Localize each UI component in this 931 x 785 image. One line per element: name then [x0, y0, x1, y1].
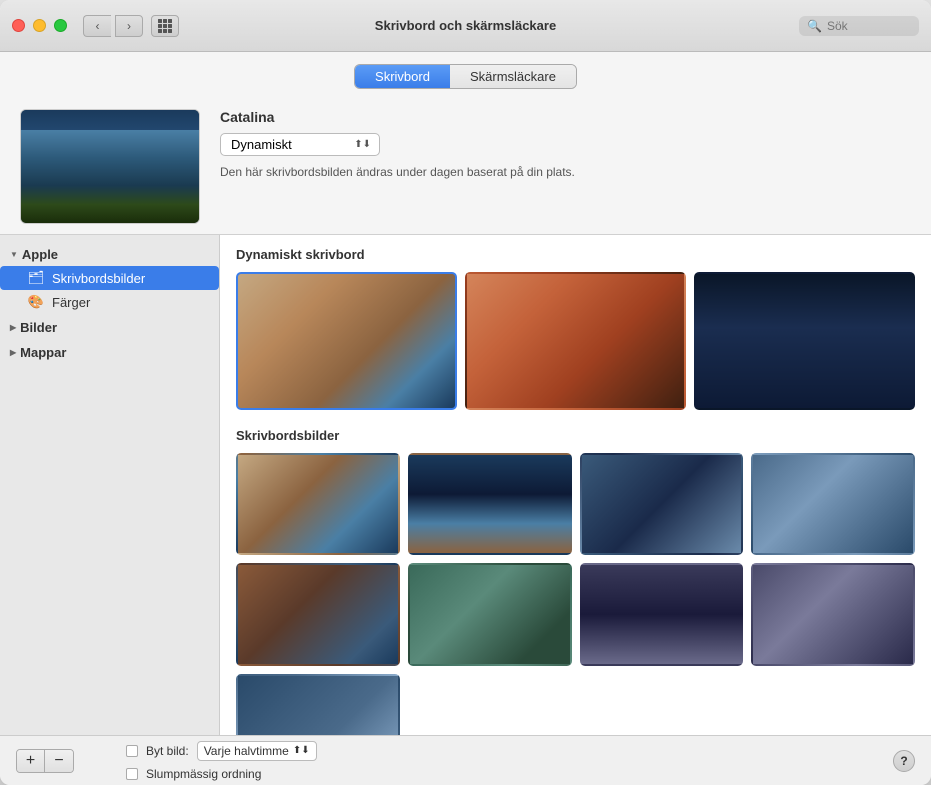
thumb-static-2[interactable]: [408, 453, 572, 555]
random-order-checkbox[interactable]: [126, 768, 138, 780]
sidebar-header-apple[interactable]: ▼ Apple: [0, 243, 219, 266]
change-image-row: Byt bild: Varje halvtimme ⬆⬇: [126, 741, 317, 761]
search-box[interactable]: 🔍: [799, 16, 919, 36]
thumb-static-8[interactable]: [751, 563, 915, 665]
minimize-button[interactable]: [33, 19, 46, 32]
window-title: Skrivbord och skärmsläckare: [375, 18, 556, 33]
bottom-options: Byt bild: Varje halvtimme ⬆⬇ Slumpmässig…: [126, 741, 317, 781]
sidebar-header-bilder[interactable]: ▶ Bilder: [0, 316, 219, 339]
thumb-static-partial[interactable]: [236, 674, 400, 735]
wallpaper-description: Den här skrivbordsbilden ändras under da…: [220, 164, 911, 181]
wallpaper-name-label: Catalina: [220, 109, 911, 125]
sidebar: ▼ Apple 🗂 Skrivbordsbilder 🎨 Färger ▶ Bi…: [0, 235, 220, 735]
interval-arrows-icon: ⬆⬇: [293, 745, 310, 756]
colors-icon: 🎨: [28, 294, 44, 310]
sidebar-item-farger[interactable]: 🎨 Färger: [0, 290, 219, 314]
help-button[interactable]: ?: [893, 750, 915, 772]
sidebar-farger-label: Färger: [52, 295, 90, 310]
gallery-section-dynamic-title: Dynamiskt skrivbord: [236, 247, 915, 262]
search-input[interactable]: [827, 19, 907, 33]
forward-button[interactable]: ›: [115, 15, 143, 37]
thumb-catalina-day[interactable]: [236, 272, 457, 410]
sidebar-skrivbordsbilder-label: Skrivbordsbilder: [52, 271, 145, 286]
tabs-row: Skrivbord Skärmsläckare: [0, 52, 931, 97]
tab-skrivbord[interactable]: Skrivbord: [355, 65, 450, 88]
random-order-row: Slumpmässig ordning: [126, 767, 317, 781]
interval-dropdown[interactable]: Varje halvtimme ⬆⬇: [197, 741, 317, 761]
nav-buttons: ‹ ›: [83, 15, 143, 37]
add-button[interactable]: +: [17, 750, 45, 772]
sidebar-mappar-label: Mappar: [20, 345, 66, 360]
thumb-static-4[interactable]: [751, 453, 915, 555]
body-area: ▼ Apple 🗂 Skrivbordsbilder 🎨 Färger ▶ Bi…: [0, 234, 931, 735]
grid-view-button[interactable]: [151, 15, 179, 37]
bottom-bar: + − Byt bild: Varje halvtimme ⬆⬇ Slumpmä…: [0, 735, 931, 785]
triangle-right-icon-mappar: ▶: [10, 348, 16, 357]
dropdown-value: Dynamiskt: [231, 137, 292, 152]
gallery-dynamic-grid: [236, 272, 915, 410]
thumb-static-3[interactable]: [580, 453, 744, 555]
titlebar: ‹ › Skrivbord och skärmsläckare 🔍: [0, 0, 931, 52]
folder-icon: 🗂: [28, 270, 44, 286]
traffic-lights: [12, 19, 67, 32]
remove-button[interactable]: −: [45, 750, 73, 772]
preview-island: [21, 130, 199, 223]
top-section: Catalina Dynamiskt ⬆⬇ Den här skrivbords…: [0, 97, 931, 234]
add-remove-group: + −: [16, 749, 74, 773]
tab-skarmsläckare[interactable]: Skärmsläckare: [450, 65, 576, 88]
tab-group: Skrivbord Skärmsläckare: [354, 64, 577, 89]
sidebar-bilder-label: Bilder: [20, 320, 57, 335]
dropdown-arrows-icon: ⬆⬇: [354, 139, 371, 150]
sidebar-section-mappar: ▶ Mappar: [0, 341, 219, 364]
sidebar-header-mappar[interactable]: ▶ Mappar: [0, 341, 219, 364]
thumb-static-5[interactable]: [236, 563, 400, 665]
back-button[interactable]: ‹: [83, 15, 111, 37]
grid-icon: [158, 19, 172, 33]
triangle-right-icon-bilder: ▶: [10, 323, 16, 332]
sidebar-apple-label: Apple: [22, 247, 58, 262]
thumb-catalina-night[interactable]: [694, 272, 915, 410]
settings-area: Catalina Dynamiskt ⬆⬇ Den här skrivbords…: [220, 109, 911, 181]
gallery-area: Dynamiskt skrivbord Skrivbordsbilder: [220, 235, 931, 735]
random-order-label: Slumpmässig ordning: [146, 767, 261, 781]
triangle-down-icon: ▼: [10, 250, 18, 259]
thumb-static-6[interactable]: [408, 563, 572, 665]
change-image-checkbox[interactable]: [126, 745, 138, 757]
sidebar-item-skrivbordsbilder[interactable]: 🗂 Skrivbordsbilder: [0, 266, 219, 290]
dynamic-dropdown[interactable]: Dynamiskt ⬆⬇: [220, 133, 380, 156]
sidebar-section-apple: ▼ Apple 🗂 Skrivbordsbilder 🎨 Färger: [0, 243, 219, 314]
change-image-label: Byt bild:: [146, 744, 189, 758]
search-icon: 🔍: [807, 19, 822, 33]
close-button[interactable]: [12, 19, 25, 32]
thumb-static-1[interactable]: [236, 453, 400, 555]
thumb-static-7[interactable]: [580, 563, 744, 665]
gallery-section-static-title: Skrivbordsbilder: [236, 428, 915, 443]
gallery-static-grid: [236, 453, 915, 735]
dropdown-row: Dynamiskt ⬆⬇: [220, 133, 911, 156]
main-window: ‹ › Skrivbord och skärmsläckare 🔍 Skrivb…: [0, 0, 931, 785]
interval-value: Varje halvtimme: [204, 744, 289, 758]
wallpaper-preview: [20, 109, 200, 224]
maximize-button[interactable]: [54, 19, 67, 32]
sidebar-section-bilder: ▶ Bilder: [0, 316, 219, 339]
thumb-catalina-sunset[interactable]: [465, 272, 686, 410]
